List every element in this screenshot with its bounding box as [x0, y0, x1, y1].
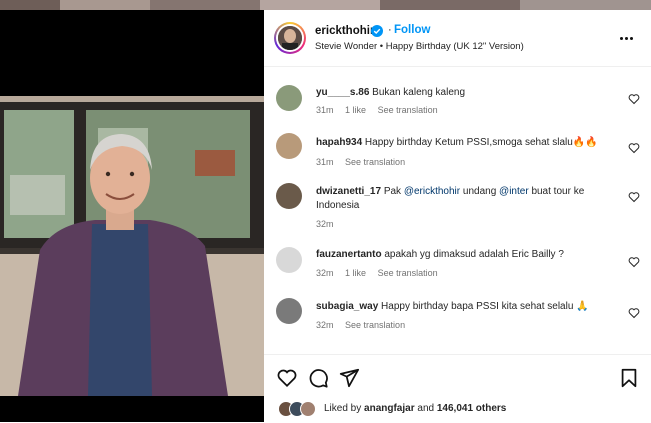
video-frame [0, 10, 264, 422]
author-username[interactable]: erickthohir [315, 25, 374, 37]
follow-button[interactable]: Follow [394, 24, 430, 36]
see-translation-link[interactable]: See translation [345, 320, 405, 330]
see-translation-link[interactable]: See translation [378, 268, 438, 278]
background-page-strip [0, 0, 651, 10]
post-side-panel: erickthohir · Follow Stevie Wonder • Hap… [264, 10, 651, 423]
commenter-username[interactable]: hapah934 [316, 137, 362, 148]
commenter-avatar[interactable] [276, 85, 302, 111]
comment-time: 32m [316, 219, 334, 229]
commenter-avatar[interactable] [276, 247, 302, 273]
like-heart-icon[interactable] [628, 256, 640, 268]
post-actions-bar: Liked by anangfajar and 146,041 others [264, 354, 651, 423]
like-heart-icon[interactable] [628, 307, 640, 319]
comment-text: subagia_way Happy birthday bapa PSSI kit… [316, 300, 606, 314]
separator-dot: · [388, 24, 392, 36]
comment-body-mid: undang [462, 186, 497, 197]
like-heart-icon[interactable] [628, 142, 640, 154]
commenter-avatar[interactable] [276, 183, 302, 209]
author-avatar-image [278, 26, 302, 50]
mention-link[interactable]: @erickthohir [404, 186, 460, 197]
likes-prefix: Liked by [324, 403, 362, 414]
see-translation-link[interactable]: See translation [345, 157, 405, 167]
comment-body: Happy birthday bapa PSSI kita sehat sela… [381, 301, 589, 312]
likes-and: and [417, 403, 435, 414]
liker-avatars [278, 401, 320, 417]
see-translation-link[interactable]: See translation [378, 105, 438, 115]
comment-time: 32m [316, 268, 334, 278]
commenter-username[interactable]: fauzanertanto [316, 249, 382, 260]
comment-icon[interactable] [307, 367, 329, 389]
liker-username[interactable]: anangfajar [364, 403, 415, 414]
commenter-avatar[interactable] [276, 133, 302, 159]
post-video[interactable] [0, 10, 264, 422]
likes-text: Liked by anangfajar and 146,041 others [324, 403, 506, 414]
comment-time: 31m [316, 157, 334, 167]
comment-meta: 32m [316, 219, 343, 229]
comment-meta: 31m 1 like See translation [316, 105, 447, 115]
more-options-icon[interactable] [620, 27, 638, 41]
comment-body: Happy birthday Ketum PSSI,smoga sehat sl… [364, 137, 598, 148]
share-icon[interactable] [338, 367, 360, 389]
comment-text: hapah934 Happy birthday Ketum PSSI,smoga… [316, 136, 606, 150]
commenter-username[interactable]: dwizanetti_17 [316, 186, 381, 197]
comment-text: yu____s.86 Bukan kaleng kaleng [316, 86, 606, 100]
author-avatar[interactable] [274, 22, 306, 54]
liker-avatar [300, 401, 316, 417]
like-heart-icon[interactable] [628, 191, 640, 203]
comment-meta: 31m See translation [316, 157, 414, 167]
comment-text: fauzanertanto apakah yg dimaksud adalah … [316, 248, 606, 262]
comment-meta: 32m 1 like See translation [316, 268, 447, 278]
comment-time: 32m [316, 320, 334, 330]
like-heart-icon[interactable] [628, 93, 640, 105]
comment-like-count[interactable]: 1 like [345, 105, 366, 115]
verified-badge-icon [371, 25, 383, 37]
audio-track-label[interactable]: Stevie Wonder • Happy Birthday (UK 12" V… [315, 41, 524, 52]
post-header: erickthohir · Follow Stevie Wonder • Hap… [264, 10, 651, 67]
comment-meta: 32m See translation [316, 320, 414, 330]
comment-body: apakah yg dimaksud adalah Eric Bailly ? [384, 249, 564, 260]
comments-list[interactable]: yu____s.86 Bukan kaleng kaleng 31m 1 lik… [264, 67, 651, 355]
comment-body-start: Pak [383, 186, 402, 197]
commenter-avatar[interactable] [276, 298, 302, 324]
likes-count[interactable]: 146,041 others [437, 403, 507, 414]
comment-like-count[interactable]: 1 like [345, 268, 366, 278]
comment-text: dwizanetti_17 Pak @erickthohir undang @i… [316, 185, 606, 213]
bookmark-icon[interactable] [618, 367, 640, 389]
like-icon[interactable] [276, 367, 298, 389]
commenter-username[interactable]: yu____s.86 [316, 87, 369, 98]
commenter-username[interactable]: subagia_way [316, 301, 378, 312]
mention-link[interactable]: @inter [499, 186, 529, 197]
comment-time: 31m [316, 105, 334, 115]
comment-body: Bukan kaleng kaleng [372, 87, 466, 98]
